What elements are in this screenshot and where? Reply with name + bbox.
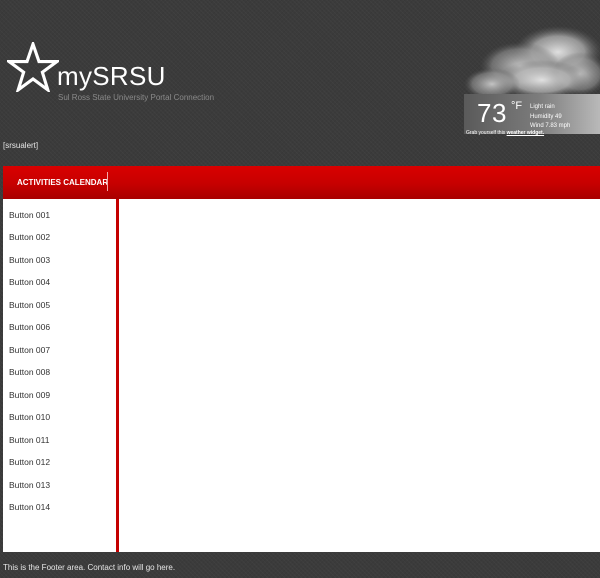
cloud-icon <box>462 18 600 104</box>
footer-text: This is the Footer area. Contact info wi… <box>3 563 176 572</box>
star-logo-icon[interactable] <box>7 42 59 92</box>
site-logo-text[interactable]: mySRSU <box>57 61 166 91</box>
main-nav-bar: ACTIVITIES CALENDAR <box>3 166 600 199</box>
weather-credit: Grab yourself this weather widget. <box>466 130 544 137</box>
weather-condition: Light rain <box>530 104 555 110</box>
content-panel <box>119 199 600 552</box>
nav-divider <box>107 172 108 191</box>
sidebar-button-001[interactable]: Button 001 <box>9 209 50 221</box>
alert-placeholder: [srsualert] <box>3 141 39 150</box>
sidebar-button-012[interactable]: Button 012 <box>9 456 50 468</box>
sidebar-button-010[interactable]: Button 010 <box>9 411 50 423</box>
nav-item-activities-calendar[interactable]: ACTIVITIES CALENDAR <box>17 166 108 199</box>
sidebar-button-009[interactable]: Button 009 <box>9 389 50 401</box>
sidebar-button-002[interactable]: Button 002 <box>9 231 50 243</box>
sidebar-button-011[interactable]: Button 011 <box>9 434 50 446</box>
weather-panel: 73 °F Light rain Humidity 49 Wind 7.83 m… <box>464 94 600 134</box>
weather-details: Light rain Humidity 49 Wind 7.83 mph <box>530 103 570 132</box>
sidebar-button-004[interactable]: Button 004 <box>9 276 50 288</box>
sidebar-button-008[interactable]: Button 008 <box>9 366 50 378</box>
weather-widget-link[interactable]: weather widget. <box>507 130 545 136</box>
sidebar-button-003[interactable]: Button 003 <box>9 254 50 266</box>
page-header: mySRSU Sul Ross State University Portal … <box>0 0 600 166</box>
sidebar-button-006[interactable]: Button 006 <box>9 321 50 333</box>
sidebar-button-014[interactable]: Button 014 <box>9 501 50 513</box>
temperature-value: 73 <box>477 98 507 128</box>
weather-humidity: Humidity 49 <box>530 113 562 120</box>
weather-credit-text: Grab yourself this <box>466 130 506 136</box>
main-area: Button 001 Button 002 Button 003 Button … <box>3 199 600 552</box>
sidebar-menu: Button 001 Button 002 Button 003 Button … <box>3 199 119 552</box>
temperature-unit: °F <box>511 100 523 112</box>
sidebar-button-005[interactable]: Button 005 <box>9 299 50 311</box>
sidebar-button-007[interactable]: Button 007 <box>9 344 50 356</box>
weather-widget: 73 °F Light rain Humidity 49 Wind 7.83 m… <box>462 18 600 142</box>
sidebar-button-013[interactable]: Button 013 <box>9 479 50 491</box>
site-tagline: Sul Ross State University Portal Connect… <box>58 93 215 102</box>
